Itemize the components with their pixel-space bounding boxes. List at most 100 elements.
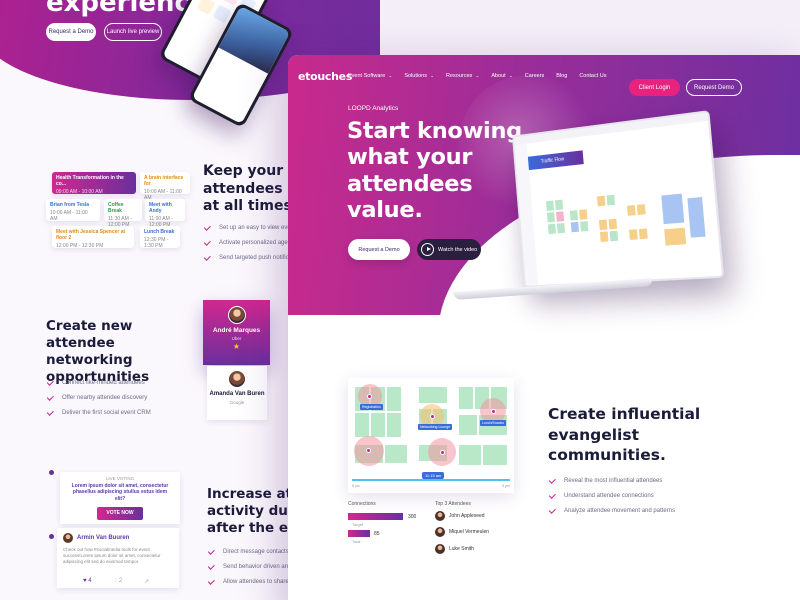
map-pin-icon[interactable] [367, 394, 372, 399]
increase-activity-list: Direct message contacts Send behavior dr… [207, 544, 298, 589]
list-item: Offer nearby attendee discovery [46, 390, 151, 405]
top-nav: etouches Event Software ⌄ Solutions ⌄ Re… [288, 67, 800, 96]
avatar [435, 511, 445, 521]
check-icon [203, 223, 211, 231]
map-tag: Lunch/Snacks [480, 420, 506, 426]
watch-video-button[interactable]: Watch the video [417, 239, 481, 260]
schedule-card[interactable]: Coffee Break 11:30 AM - 12:00 PM [104, 199, 142, 228]
keep-attendees-list: Set up an easy to view event Activate pe… [203, 220, 296, 265]
live-voting-card: LIVE VOTING Lorem ipsum dolor sit amet, … [60, 472, 180, 524]
avatar [435, 544, 445, 554]
play-icon [421, 243, 434, 256]
networking-list: Connect like-minded attendees Offer near… [46, 375, 151, 420]
avatar [435, 527, 445, 537]
map-tag: Registration [360, 404, 383, 410]
hero-eyebrow: LOOPD Analytics [348, 105, 399, 112]
time-slider-track[interactable] [352, 479, 510, 481]
list-item: Direct message contacts [207, 544, 298, 559]
avatar [228, 370, 246, 388]
map-pin-icon[interactable] [430, 414, 435, 419]
connections-total-label: Total [352, 539, 361, 544]
back-request-demo-button[interactable]: Request a Demo [46, 23, 96, 41]
attendee-row[interactable]: Miquel Vermeulen [435, 527, 489, 537]
list-item: Connect like-minded attendees [46, 375, 151, 390]
list-item: Understand attendee connections [548, 488, 675, 503]
chevron-down-icon: ⌄ [474, 73, 480, 78]
check-icon [203, 253, 211, 261]
list-item: Reveal the most influential attendees [548, 473, 675, 488]
chevron-down-icon: ⌄ [428, 73, 434, 78]
avatar [227, 306, 246, 324]
list-item: Set up an easy to view event [203, 220, 296, 235]
venue-heatmap: Registration Networking Lounge Lunch/Sna… [348, 378, 514, 493]
evangelist-title: Create influential evangelist communitie… [548, 405, 701, 465]
star-icon: ★ [232, 342, 241, 352]
schedule-card[interactable]: Meet with Andy 11:00 AM - 12:00 PM [145, 199, 185, 228]
share-icon[interactable]: ↗ [144, 578, 149, 585]
nav-item-about[interactable]: About ⌄ [491, 73, 512, 79]
connections-bar-total [348, 530, 370, 537]
list-item: Send behavior driven annou [207, 559, 298, 574]
comment-icon[interactable]: ◌ 2 [114, 578, 123, 585]
nav-item-careers[interactable]: Careers [525, 73, 545, 79]
list-item: Activate personalized agend [203, 235, 296, 250]
map-pin-icon[interactable] [491, 409, 496, 414]
nav-item-resources[interactable]: Resources ⌄ [446, 73, 479, 79]
vote-now-button[interactable]: VOTE NOW [97, 506, 143, 520]
check-icon [46, 378, 54, 386]
check-icon [207, 577, 215, 585]
heart-icon[interactable]: ♥ 4 [83, 578, 92, 585]
check-icon [548, 506, 556, 514]
person-card[interactable]: Amanda Van Buren Google [207, 366, 267, 420]
nav-item-blog[interactable]: Blog [556, 73, 567, 79]
time-slider-handle[interactable]: 11:15 am [422, 472, 445, 479]
check-icon [46, 393, 54, 401]
list-item: Allow attendees to share co [207, 574, 298, 589]
check-icon [207, 562, 215, 570]
schedule-card[interactable]: Brian from Tesla 10:00 AM - 11:00 AM [46, 199, 100, 222]
schedule-card[interactable]: Meet with Jessica Spencer at floor 2 12:… [52, 226, 134, 249]
person-card-featured[interactable]: André Marques Uber ★ [203, 300, 270, 365]
map-pin-icon[interactable] [366, 448, 371, 453]
connections-target-label: Target [352, 522, 364, 527]
connections-total-value: 85 [374, 531, 380, 537]
avatar [63, 533, 73, 543]
check-icon [203, 238, 211, 246]
timeline-dot [49, 470, 54, 475]
timeline-dot [49, 534, 54, 539]
nav-menu: Event Software ⌄ Solutions ⌄ Resources ⌄… [348, 73, 607, 79]
list-item: Send targeted push notificati [203, 250, 296, 265]
chevron-down-icon: ⌄ [387, 73, 393, 78]
check-icon [46, 408, 54, 416]
attendee-row[interactable]: Luke Smith [435, 544, 474, 554]
laptop-dashboard-mockup: Traffic Flow [511, 110, 725, 288]
client-login-button[interactable]: Client Login [629, 79, 680, 96]
nav-item-solutions[interactable]: Solutions ⌄ [404, 73, 434, 79]
evangelist-list: Reveal the most influential attendees Un… [548, 473, 675, 518]
social-post-card: Armin Van Buuren Check out how #socialme… [57, 528, 179, 588]
foreground-page: etouches Event Software ⌄ Solutions ⌄ Re… [288, 55, 800, 600]
launch-live-preview-button[interactable]: Launch live preview [104, 23, 162, 41]
map-tag: Networking Lounge [418, 424, 453, 430]
list-item: Analyze attendee movement and patterns [548, 503, 675, 518]
chevron-down-icon: ⌄ [507, 73, 513, 78]
check-icon [548, 476, 556, 484]
map-pin-icon[interactable] [440, 450, 445, 455]
nav-item-event-software[interactable]: Event Software ⌄ [348, 73, 392, 79]
top-attendees-title: Top 3 Attendees [435, 501, 471, 507]
check-icon [207, 547, 215, 555]
schedule-card[interactable]: Lunch Break 12:30 PM - 1:30 PM [140, 226, 180, 249]
request-demo-button[interactable]: Request Demo [686, 79, 742, 96]
hero-request-demo-button[interactable]: Request a Demo [348, 239, 410, 260]
list-item: Deliver the first social event CRM [46, 405, 151, 420]
etouches-logo[interactable]: etouches [298, 70, 352, 83]
attendee-row[interactable]: John Appleseed [435, 511, 485, 521]
connections-target-value: 300 [408, 514, 417, 520]
schedule-card[interactable]: A brain interface for 10:00 AM - 11:00 A… [140, 172, 190, 201]
check-icon [548, 491, 556, 499]
time-end-label: 5 pm [502, 484, 510, 488]
connections-bar-target [348, 513, 403, 520]
schedule-card-main[interactable]: Health Transformation in the co... 09:00… [52, 172, 136, 195]
nav-item-contact[interactable]: Contact Us [579, 73, 606, 79]
time-start-label: 8 am [352, 484, 360, 488]
